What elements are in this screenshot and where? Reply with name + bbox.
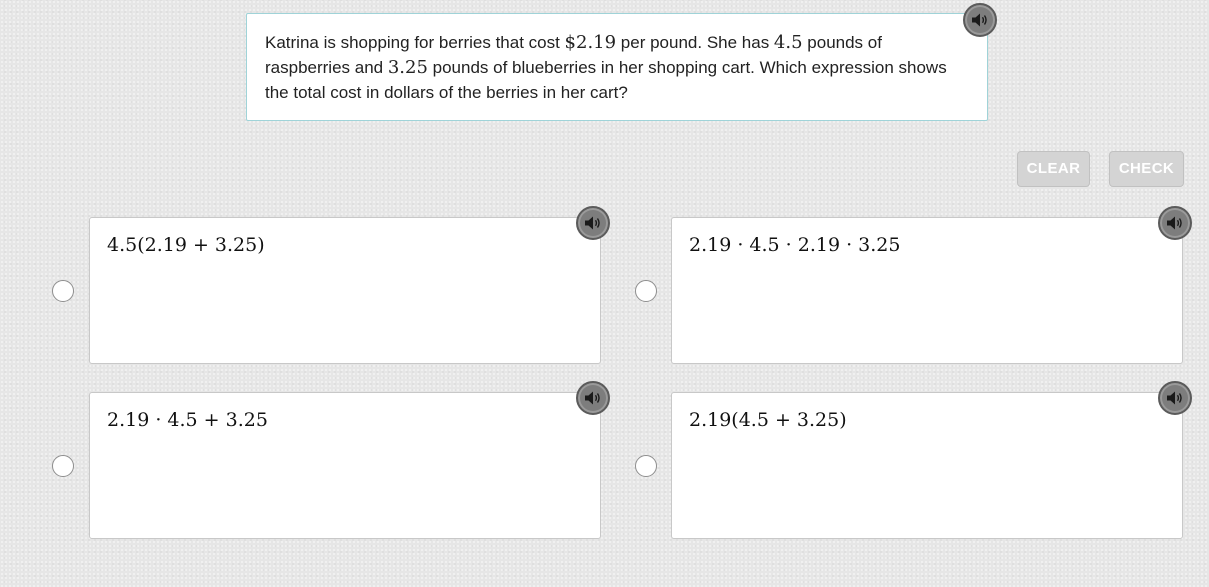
choice-audio-button-a[interactable] — [576, 206, 610, 240]
question-text-segment: Katrina is shopping for berries that cos… — [265, 33, 565, 52]
question-math-price: $2.19 — [564, 32, 617, 53]
choice-expression-a: 4.5(2.19 + 3.25) — [107, 234, 265, 256]
question-text-segment: per pound. She has — [616, 33, 774, 52]
check-button[interactable]: CHECK — [1109, 151, 1184, 187]
speaker-icon — [585, 216, 600, 230]
choice-card-a[interactable]: 4.5(2.19 + 3.25) — [89, 217, 601, 364]
choice-audio-button-c[interactable] — [576, 381, 610, 415]
choice-radio-b[interactable] — [635, 280, 657, 302]
question-prompt-box: Katrina is shopping for berries that cos… — [246, 13, 988, 121]
choice-expression-b: 2.19 · 4.5 · 2.19 · 3.25 — [689, 234, 901, 256]
question-math-raspberries: 4.5 — [773, 32, 803, 53]
question-text: Katrina is shopping for berries that cos… — [265, 30, 965, 105]
choice-audio-button-b[interactable] — [1158, 206, 1192, 240]
choice-card-b[interactable]: 2.19 · 4.5 · 2.19 · 3.25 — [671, 217, 1183, 364]
choice-expression-c: 2.19 · 4.5 + 3.25 — [107, 409, 268, 431]
choice-card-c[interactable]: 2.19 · 4.5 + 3.25 — [89, 392, 601, 539]
choice-radio-d[interactable] — [635, 455, 657, 477]
clear-button[interactable]: CLEAR — [1017, 151, 1090, 187]
speaker-icon — [1167, 391, 1182, 405]
speaker-icon — [972, 13, 987, 27]
choice-expression-d: 2.19(4.5 + 3.25) — [689, 409, 847, 431]
speaker-icon — [585, 391, 600, 405]
choice-card-d[interactable]: 2.19(4.5 + 3.25) — [671, 392, 1183, 539]
choice-radio-c[interactable] — [52, 455, 74, 477]
choice-radio-a[interactable] — [52, 280, 74, 302]
choice-audio-button-d[interactable] — [1158, 381, 1192, 415]
question-audio-button[interactable] — [963, 3, 997, 37]
speaker-icon — [1167, 216, 1182, 230]
question-math-blueberries: 3.25 — [387, 57, 428, 78]
